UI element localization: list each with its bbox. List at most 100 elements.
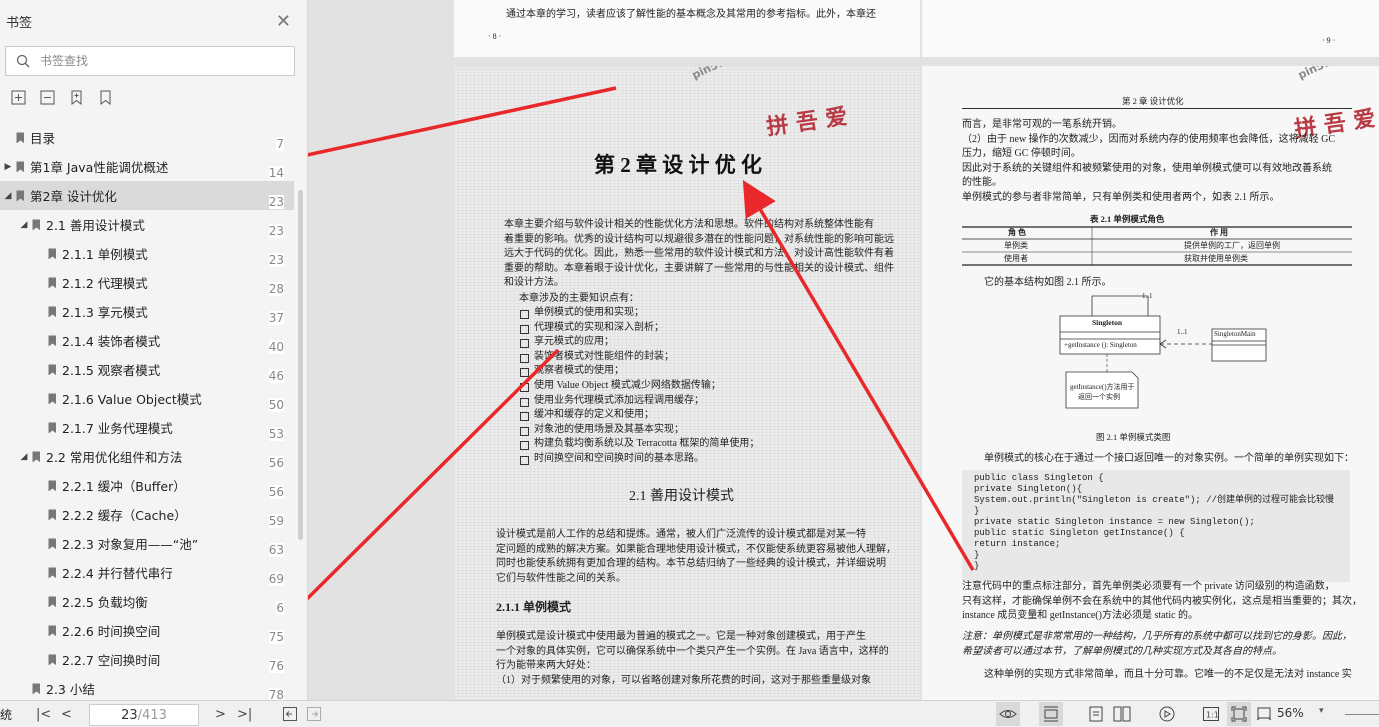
bookmark-page-number: 75 — [268, 630, 284, 644]
fit-page-icon[interactable] — [1231, 705, 1247, 723]
bookmark-ribbon-icon — [16, 161, 24, 172]
bookmark-tree: 目录 7 ▶ 第1章 Java性能调优概述 14 ◢ 第2章 设计优化 23 ◢ 2.1 善用设计… — [0, 123, 294, 703]
bookmark-ribbon-icon — [48, 277, 56, 288]
bookmark-search-box[interactable] — [5, 46, 295, 76]
bookmark-page-number: 69 — [268, 572, 284, 586]
bookmark-page-number: 14 — [268, 166, 284, 180]
two-page-icon[interactable] — [1113, 705, 1131, 723]
bookmark-page-number: 56 — [268, 485, 284, 499]
bookmark-label: 第1章 Java性能调优概述 — [30, 160, 169, 175]
bookmark-label: 2.1 善用设计模式 — [46, 218, 145, 233]
bookmark-item[interactable]: 2.2.3 对象复用——“池” 63 — [0, 529, 294, 558]
bookmark-label: 2.1.2 代理模式 — [62, 276, 148, 291]
bookmark-item[interactable]: 目录 7 — [0, 123, 294, 152]
bookmark-icon[interactable] — [97, 89, 114, 106]
bookmark-item[interactable]: 2.1.3 享元模式 37 — [0, 297, 294, 326]
bookmark-label: 2.1.5 观察者模式 — [62, 363, 161, 378]
bookmark-ribbon-icon — [48, 422, 56, 433]
arrow-to-bookmark — [308, 86, 617, 157]
bookmark-label: 2.2.6 时间换空间 — [62, 624, 161, 639]
bookmark-item[interactable]: 2.1.4 装饰者模式 40 — [0, 326, 294, 355]
bookmark-label: 第2章 设计优化 — [30, 189, 117, 204]
bookmark-item[interactable]: 2.1.7 业务代理模式 53 — [0, 413, 294, 442]
arrow-to-chapter-title — [742, 179, 975, 571]
bookmark-label: 2.2.3 对象复用——“池” — [62, 537, 199, 552]
bookmark-label: 2.2.4 并行替代串行 — [62, 566, 173, 581]
bookmark-ribbon-icon — [48, 306, 56, 317]
bookmark-page-number: 76 — [268, 659, 284, 673]
svg-text:1:1: 1:1 — [1206, 711, 1219, 720]
bookmark-panel-header: 书签 ✕ — [0, 0, 307, 42]
bookmark-item[interactable]: 2.2.6 时间换空间 75 — [0, 616, 294, 645]
bookmark-item[interactable]: ◢ 2.1 善用设计模式 23 — [0, 210, 294, 239]
bookmark-ribbon-icon — [48, 509, 56, 520]
single-page-icon[interactable] — [1089, 705, 1103, 723]
bookmark-item[interactable]: 2.1.1 单例模式 23 — [0, 239, 294, 268]
bookmark-item[interactable]: 2.3 小结 78 — [0, 674, 294, 703]
sidebar-scrollbar[interactable] — [298, 190, 303, 540]
zoom-dropdown-icon[interactable]: ▾ — [1319, 706, 1324, 716]
first-page-icon[interactable]: |< — [36, 705, 51, 723]
bookmark-item[interactable]: ◢ 2.2 常用优化组件和方法 56 — [0, 442, 294, 471]
next-page-icon[interactable]: > — [215, 705, 226, 723]
collapse-arrow-icon[interactable]: ◢ — [19, 220, 29, 230]
bookmark-toolbar — [10, 89, 114, 106]
bookmark-item[interactable]: 2.2.2 缓存（Cache） 59 — [0, 500, 294, 529]
actual-size-icon[interactable]: 1:1 — [1203, 705, 1219, 723]
bookmark-item[interactable]: ▶ 第1章 Java性能调优概述 14 — [0, 152, 294, 181]
bookmark-item[interactable]: 2.2.4 并行替代串行 69 — [0, 558, 294, 587]
bookmark-page-number: 23 — [268, 195, 284, 209]
page-number-input[interactable]: 23/413 — [89, 704, 199, 726]
bookmark-label: 2.1.7 业务代理模式 — [62, 421, 173, 436]
bookmark-ribbon-icon — [32, 683, 40, 694]
bookmark-item[interactable]: ◢ 第2章 设计优化 23 — [0, 181, 294, 210]
fit-width-icon[interactable] — [1256, 705, 1272, 723]
bookmark-page-number: 23 — [268, 253, 284, 267]
bookmark-page-number: 37 — [268, 311, 284, 325]
bookmark-ribbon-icon — [16, 132, 24, 143]
bookmark-page-number: 53 — [268, 427, 284, 441]
bookmark-ribbon-icon — [48, 393, 56, 404]
continuous-scroll-icon[interactable] — [1043, 705, 1059, 723]
play-icon[interactable] — [1159, 705, 1175, 723]
bookmark-label: 2.1.6 Value Object模式 — [62, 392, 202, 407]
current-page[interactable]: 23 — [121, 708, 138, 723]
zoom-slider[interactable] — [1345, 714, 1379, 715]
bookmark-page-number: 6 — [276, 601, 284, 615]
forward-icon[interactable] — [307, 705, 321, 723]
bookmark-item[interactable]: 2.1.2 代理模式 28 — [0, 268, 294, 297]
bookmark-label: 2.1.4 装饰者模式 — [62, 334, 161, 349]
back-icon[interactable] — [283, 705, 297, 723]
collapse-all-icon[interactable] — [39, 89, 56, 106]
status-left-text: 统 — [0, 708, 13, 722]
last-page-icon[interactable]: >| — [237, 705, 252, 723]
bookmark-ribbon-icon — [48, 654, 56, 665]
add-bookmark-icon[interactable] — [68, 89, 85, 106]
prev-page-icon[interactable]: < — [61, 705, 72, 723]
bookmark-search-input[interactable] — [38, 53, 272, 69]
bookmark-item[interactable]: 2.2.7 空间换时间 76 — [0, 645, 294, 674]
expand-arrow-icon[interactable]: ▶ — [3, 162, 13, 172]
bookmark-item[interactable]: 2.2.1 缓冲（Buffer） 56 — [0, 471, 294, 500]
arrow-to-page-input — [308, 348, 560, 601]
collapse-arrow-icon[interactable]: ◢ — [3, 191, 13, 201]
status-bar: 统 |< < 23/413 > >| 1:1 56% ▾ — [0, 700, 1379, 727]
document-view[interactable]: 通过本章的学习，读者应该了解性能的基本概念及其常用的参考指标。此外，本章还 · … — [308, 0, 1379, 700]
bookmark-label: 2.2 常用优化组件和方法 — [46, 450, 183, 465]
eye-protection-icon[interactable] — [999, 705, 1017, 723]
bookmark-ribbon-icon — [48, 567, 56, 578]
expand-all-icon[interactable] — [10, 89, 27, 106]
bookmark-panel-title: 书签 — [6, 15, 33, 31]
bookmark-page-number: 50 — [268, 398, 284, 412]
bookmark-label: 2.3 小结 — [46, 682, 95, 697]
bookmark-ribbon-icon — [48, 596, 56, 607]
bookmark-ribbon-icon — [16, 190, 24, 201]
search-icon — [16, 54, 30, 68]
zoom-level[interactable]: 56% — [1277, 706, 1304, 720]
close-icon[interactable]: ✕ — [276, 11, 291, 32]
bookmark-ribbon-icon — [48, 364, 56, 375]
collapse-arrow-icon[interactable]: ◢ — [19, 452, 29, 462]
bookmark-item[interactable]: 2.2.5 负载均衡 6 — [0, 587, 294, 616]
bookmark-item[interactable]: 2.1.6 Value Object模式 50 — [0, 384, 294, 413]
bookmark-item[interactable]: 2.1.5 观察者模式 46 — [0, 355, 294, 384]
